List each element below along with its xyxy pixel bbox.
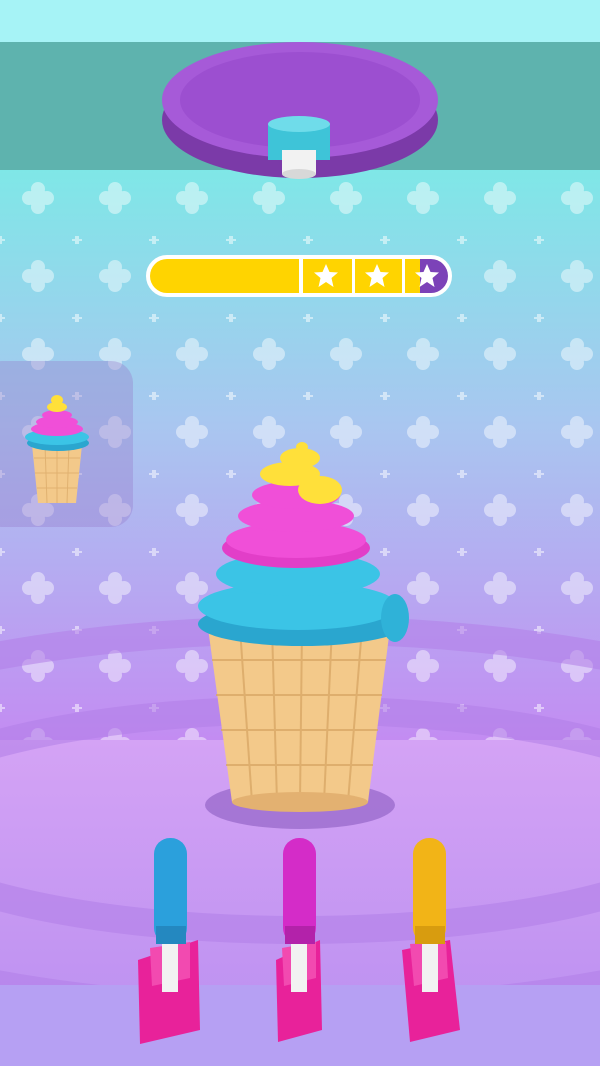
progress-divider	[352, 259, 355, 293]
dispenser-disc	[162, 42, 438, 179]
progress-fill	[150, 259, 299, 293]
star-icon	[412, 261, 442, 291]
progress-divider	[300, 259, 303, 293]
pink-dispenser[interactable]	[276, 838, 322, 1042]
waffle-cone	[208, 627, 390, 812]
yellow-dispenser[interactable]	[402, 838, 460, 1042]
ice-cream-cone	[198, 442, 409, 829]
star-icon	[362, 261, 392, 291]
target-preview-panel	[0, 361, 133, 527]
blue-dispenser[interactable]	[138, 838, 200, 1044]
soft-serve	[198, 442, 409, 646]
dispensers	[138, 838, 460, 1044]
progress-bar	[146, 255, 452, 297]
target-ice-cream-icon	[25, 395, 89, 504]
star-icon	[311, 261, 341, 291]
game-screen	[0, 0, 600, 1066]
progress-divider	[402, 259, 405, 293]
